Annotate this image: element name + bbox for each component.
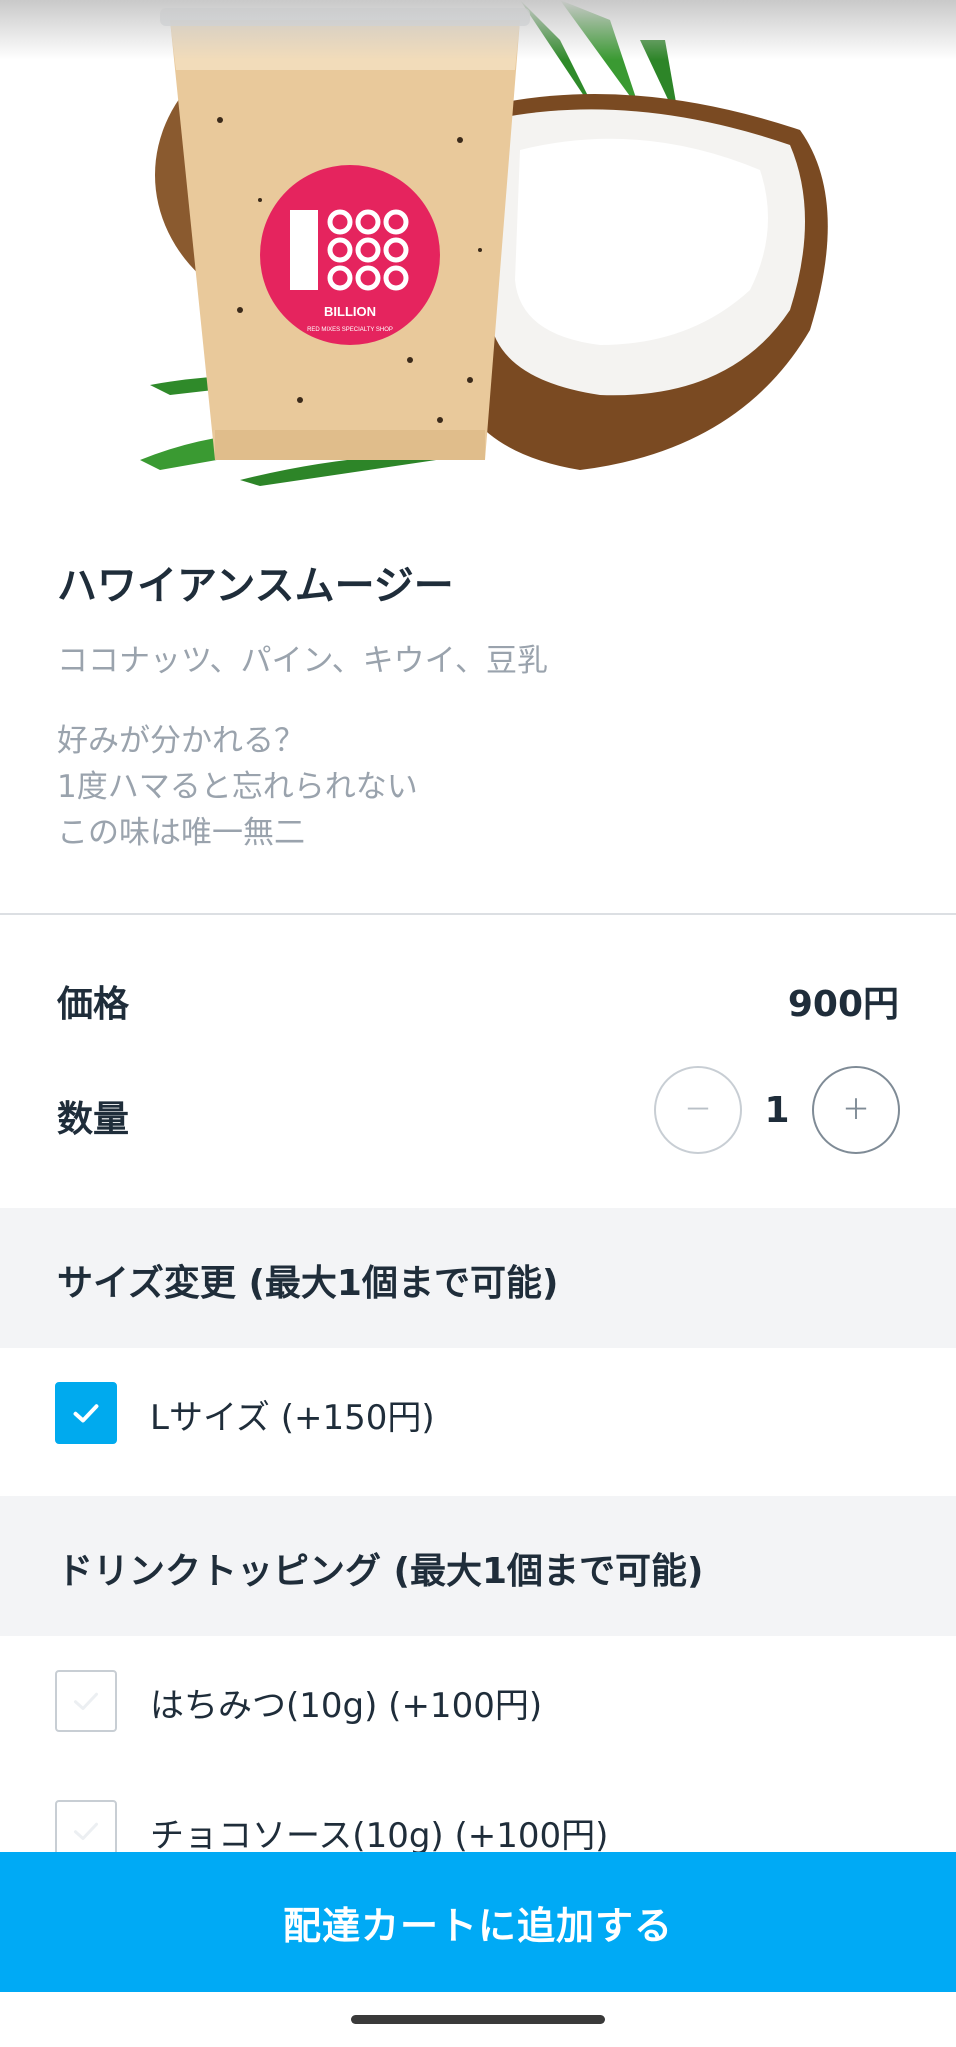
checkbox-unchecked[interactable] [55, 1670, 117, 1732]
price-value: 900円 [787, 984, 899, 1025]
product-info: ハワイアンスムージー ココナッツ、パイン、キウイ、豆乳 好みが分かれる？ 1度ハ… [57, 560, 907, 856]
product-ingredients: ココナッツ、パイン、キウイ、豆乳 [57, 643, 549, 679]
option-label: Lサイズ (+150円) [150, 1398, 435, 1438]
quantity-decrease-button[interactable]: － [654, 1066, 742, 1154]
plus-icon: ＋ [841, 1093, 870, 1126]
section-header-size: サイズ変更 (最大1個まで可能) [0, 1208, 956, 1348]
logo-tagline-text: RED MIXES SPECIALTY SHOP [307, 327, 393, 333]
divider [0, 913, 956, 915]
product-description: 好みが分かれる？ 1度ハマると忘れられない この味は唯一無二 [57, 718, 907, 856]
section-title: ドリンクトッピング (最大1個まで可能) [57, 1551, 704, 1592]
quantity-label: 数量 [57, 1099, 130, 1140]
description-line: 1度ハマると忘れられない [57, 769, 418, 805]
check-icon [74, 1692, 98, 1710]
add-to-cart-button[interactable]: 配達カートに追加する [0, 1852, 956, 1992]
check-icon [73, 1404, 99, 1423]
option-label: はちみつ(10g) (+100円) [150, 1686, 543, 1726]
option-l-size[interactable]: Lサイズ (+150円) [0, 1382, 956, 1462]
checkbox-checked[interactable] [55, 1382, 117, 1444]
smoothie-illustration: BILLION RED MIXES SPECIALTY SHOP [140, 0, 828, 486]
option-label: チョコソース(10g) (+100円) [150, 1816, 609, 1856]
option-honey[interactable]: はちみつ(10g) (+100円) [0, 1670, 956, 1750]
product-image: BILLION RED MIXES SPECIALTY SHOP [0, 0, 956, 486]
section-header-topping: ドリンクトッピング (最大1個まで可能) [0, 1496, 956, 1636]
quantity-increase-button[interactable]: ＋ [812, 1066, 900, 1154]
check-icon [74, 1822, 98, 1840]
add-to-cart-label: 配達カートに追加する [282, 1903, 673, 1948]
description-line: 好みが分かれる？ [57, 723, 305, 759]
description-line: この味は唯一無二 [57, 815, 305, 851]
price-label: 価格 [57, 984, 130, 1025]
status-bar-shade [0, 0, 956, 60]
product-title: ハワイアンスムージー [57, 563, 454, 609]
minus-icon: － [683, 1093, 712, 1126]
quantity-value: 1 [764, 1090, 790, 1131]
section-title: サイズ変更 (最大1個まで可能) [57, 1263, 559, 1304]
home-indicator[interactable] [351, 2015, 605, 2024]
logo-brand-text: BILLION [324, 304, 376, 319]
